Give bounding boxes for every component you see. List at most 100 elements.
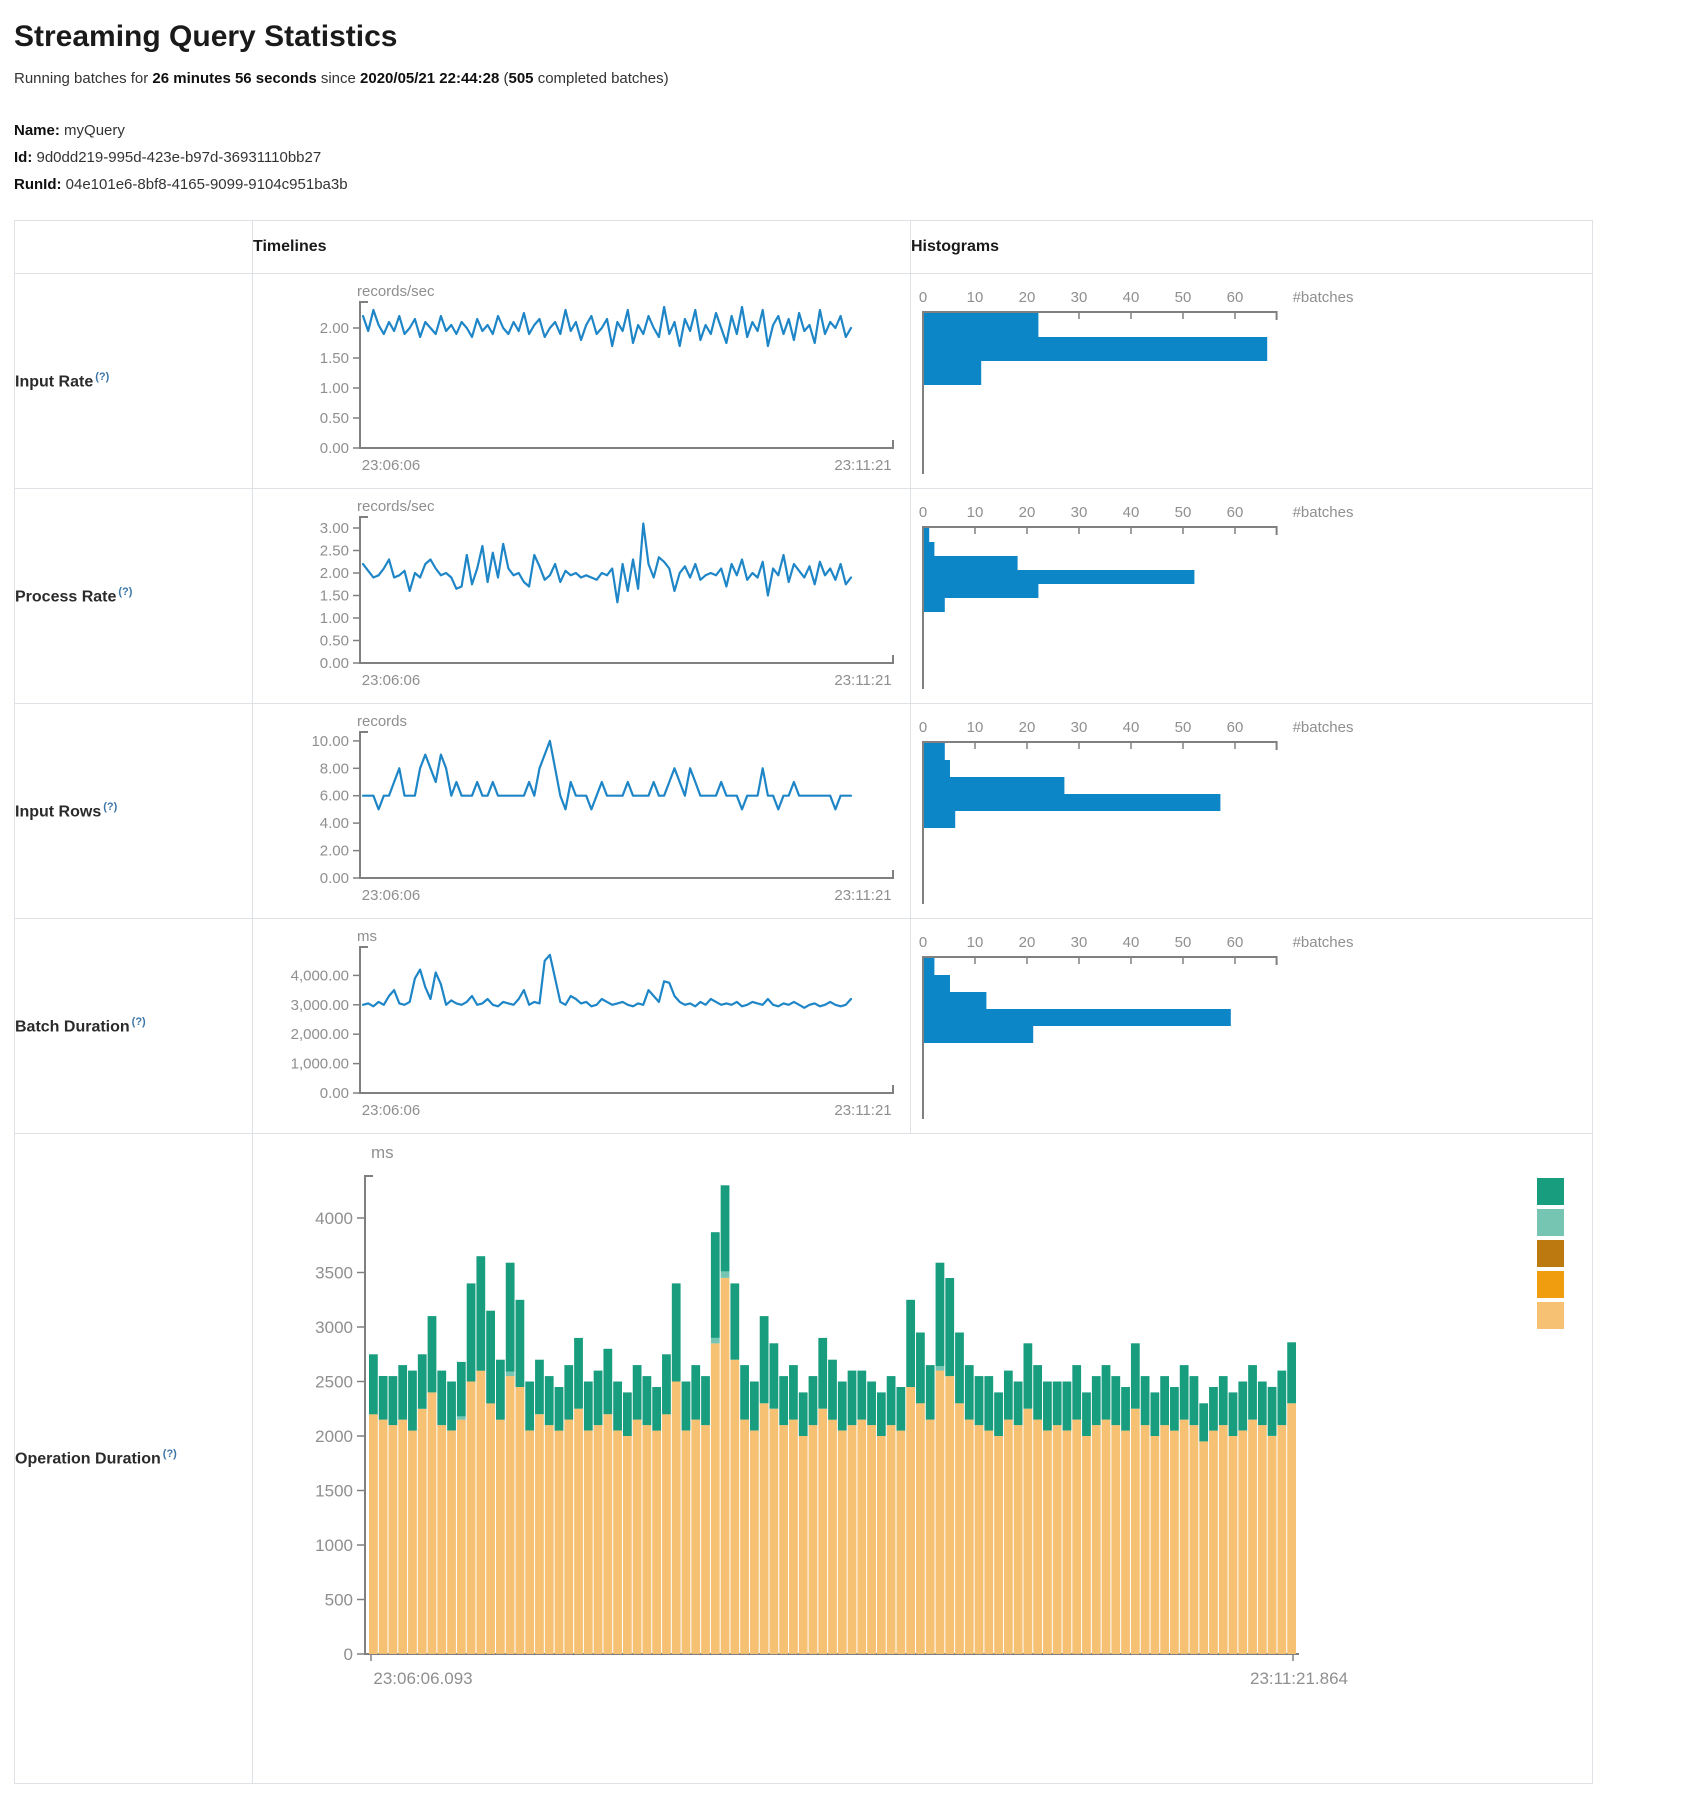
process-rate-histogram-chart: 0102030405060#batches [911,491,1592,701]
running-open-paren: ( [499,70,508,87]
svg-text:2.00: 2.00 [320,565,349,582]
query-metadata: Name: myQuery Id: 9d0dd219-995d-423e-b97… [14,117,1684,198]
svg-text:ms: ms [357,928,377,945]
svg-text:0.00: 0.00 [320,655,349,672]
row-label: Process Rate [15,588,116,605]
operation-duration-legend [1537,1178,1564,1329]
row-label-cell: Process Rate(?) [15,489,253,704]
row-label-cell: Operation Duration(?) [15,1134,253,1784]
svg-text:60: 60 [1227,934,1244,951]
row-label-cell: Input Rate(?) [15,274,253,489]
column-header-empty [15,221,253,274]
svg-text:23:06:06: 23:06:06 [362,1102,420,1119]
batch-duration-histogram-chart: 0102030405060#batches [911,921,1592,1131]
svg-text:60: 60 [1227,719,1244,736]
svg-text:60: 60 [1227,289,1244,306]
svg-text:4,000.00: 4,000.00 [291,967,349,984]
svg-text:1.50: 1.50 [320,350,349,367]
row-label-cell: Input Rows(?) [15,704,253,919]
input-rate-timeline-chart: records/sec2.001.501.000.500.0023:06:062… [253,276,910,486]
streaming-query-statistics-page: Streaming Query Statistics Running batch… [0,0,1684,1814]
page-title: Streaming Query Statistics [14,20,1684,54]
help-icon[interactable]: (?) [95,371,109,383]
running-suffix: completed batches) [534,70,669,87]
input-rate-histogram-chart: 0102030405060#batches [911,276,1592,486]
table-row-batch-duration: Batch Duration(?) ms4,000.003,000.002,00… [15,919,1593,1134]
svg-text:60: 60 [1227,504,1244,521]
svg-text:30: 30 [1071,289,1088,306]
completed-batches-count: 505 [509,70,534,87]
svg-text:records/sec: records/sec [357,498,435,515]
svg-text:30: 30 [1071,504,1088,521]
svg-text:2.00: 2.00 [320,843,349,860]
svg-text:23:06:06: 23:06:06 [362,672,420,689]
input-rate-histogram-cell: 0102030405060#batches [911,274,1593,489]
svg-text:500: 500 [325,1591,353,1610]
svg-text:#batches: #batches [1293,504,1354,521]
input-rows-histogram-cell: 0102030405060#batches [911,704,1593,919]
query-name-label: Name: [14,122,60,139]
input-rows-timeline-cell: records10.008.006.004.002.000.0023:06:06… [253,704,911,919]
svg-text:23:06:06: 23:06:06 [362,887,420,904]
svg-text:10: 10 [967,289,984,306]
histogram-chart-svg: 0102030405060#batches [911,495,1593,701]
svg-text:1.00: 1.00 [320,610,349,627]
column-header-histograms: Histograms [911,221,1593,274]
svg-text:23:11:21: 23:11:21 [834,1102,891,1119]
legend-swatch [1537,1240,1564,1267]
column-header-timelines: Timelines [253,221,911,274]
svg-text:3000: 3000 [315,1318,353,1337]
svg-text:2500: 2500 [315,1373,353,1392]
svg-text:0: 0 [919,719,927,736]
running-prefix: Running batches for [14,70,152,87]
row-label-cell: Batch Duration(?) [15,919,253,1134]
svg-text:1.00: 1.00 [320,380,349,397]
legend-swatch [1537,1302,1564,1329]
help-icon[interactable]: (?) [118,586,132,598]
stacked-bar-chart-svg: ms0500100015002000250030003500400023:06:… [253,1134,1373,1736]
row-label: Operation Duration [15,1451,161,1468]
operation-duration-cell: ms0500100015002000250030003500400023:06:… [253,1134,1593,1784]
query-runid-value: 04e101e6-8bf8-4165-9099-9104c951ba3b [66,176,348,193]
timeline-chart-svg: records10.008.006.004.002.000.0023:06:06… [253,710,905,916]
svg-text:40: 40 [1123,934,1140,951]
table-row-process-rate: Process Rate(?) records/sec3.002.502.001… [15,489,1593,704]
process-rate-timeline-cell: records/sec3.002.502.001.501.000.500.002… [253,489,911,704]
svg-text:1.50: 1.50 [320,588,349,605]
svg-text:30: 30 [1071,934,1088,951]
timeline-chart-svg: ms4,000.003,000.002,000.001,000.000.0023… [253,925,905,1131]
svg-text:10: 10 [967,504,984,521]
svg-text:3.00: 3.00 [320,520,349,537]
svg-text:0.50: 0.50 [320,410,349,427]
histogram-chart-svg: 0102030405060#batches [911,925,1593,1131]
svg-text:0.00: 0.00 [320,870,349,887]
batch-duration-timeline-cell: ms4,000.003,000.002,000.001,000.000.0023… [253,919,911,1134]
svg-text:records: records [357,713,407,730]
histogram-chart-svg: 0102030405060#batches [911,280,1593,486]
svg-text:50: 50 [1175,289,1192,306]
svg-text:40: 40 [1123,289,1140,306]
input-rows-histogram-chart: 0102030405060#batches [911,706,1592,916]
svg-text:0.00: 0.00 [320,1085,349,1102]
help-icon[interactable]: (?) [103,801,117,813]
help-icon[interactable]: (?) [163,1448,177,1460]
svg-text:10: 10 [967,934,984,951]
svg-text:#batches: #batches [1293,289,1354,306]
help-icon[interactable]: (?) [132,1016,146,1028]
query-runid-label: RunId: [14,176,61,193]
svg-text:0.00: 0.00 [320,440,349,457]
svg-text:23:06:06.093: 23:06:06.093 [373,1669,472,1688]
svg-text:2,000.00: 2,000.00 [291,1026,349,1043]
svg-text:1000: 1000 [315,1536,353,1555]
running-duration: 26 minutes 56 seconds [152,70,316,87]
svg-text:0.50: 0.50 [320,633,349,650]
legend-swatch [1537,1178,1564,1205]
query-id-line: Id: 9d0dd219-995d-423e-b97d-36931110bb27 [14,144,1684,171]
query-name-value: myQuery [64,122,125,139]
svg-text:23:11:21: 23:11:21 [834,672,891,689]
batch-duration-timeline-chart: ms4,000.003,000.002,000.001,000.000.0023… [253,921,910,1131]
table-row-input-rows: Input Rows(?) records10.008.006.004.002.… [15,704,1593,919]
svg-text:4.00: 4.00 [320,815,349,832]
svg-text:40: 40 [1123,719,1140,736]
running-since: since [317,70,360,87]
